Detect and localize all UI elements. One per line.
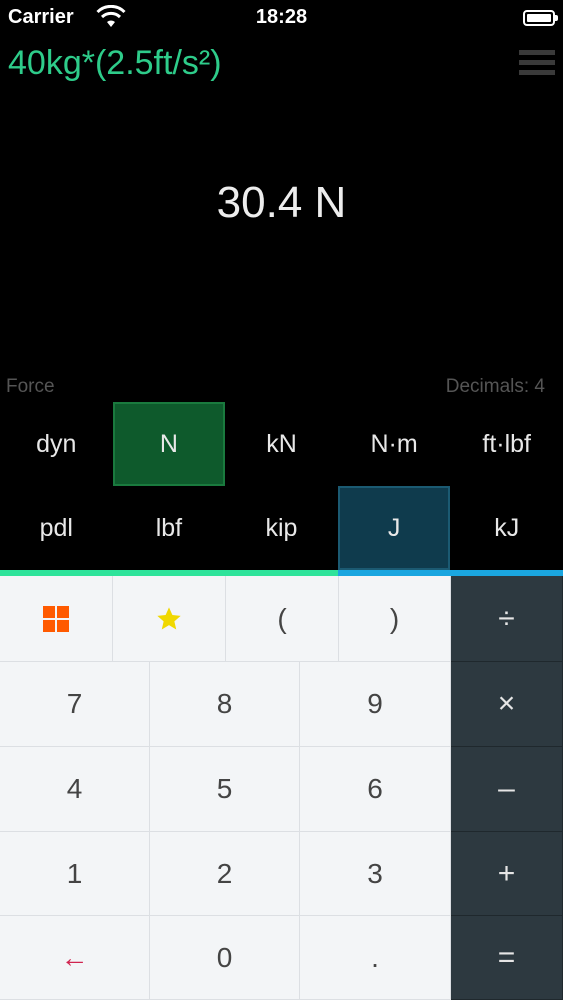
clock: 18:28: [255, 6, 308, 28]
unit-lbf[interactable]: lbf: [113, 486, 226, 570]
digit-3-button[interactable]: 3: [300, 832, 451, 916]
digit-6-button[interactable]: 6: [300, 747, 451, 832]
close-paren-button[interactable]: ): [339, 576, 451, 662]
backspace-button[interactable]: ←: [0, 916, 150, 1000]
digit-2-button[interactable]: 2: [150, 832, 300, 916]
categories-button[interactable]: [0, 576, 113, 662]
result-display: 30.4 N: [216, 178, 347, 227]
hamburger-menu-icon[interactable]: [519, 50, 555, 76]
grid-icon: [43, 605, 69, 632]
unit-pdl[interactable]: pdl: [0, 486, 113, 570]
unit-grid: dyn N kN N·m ft·lbf pdl lbf kip J kJ: [0, 402, 563, 570]
battery-icon: [523, 10, 558, 26]
unit-kj[interactable]: kJ: [450, 486, 563, 570]
expression-display: 40kg*(2.5ft/s²): [8, 44, 222, 82]
subtract-button[interactable]: –: [451, 747, 563, 832]
multiply-button[interactable]: ×: [451, 662, 563, 747]
equals-button[interactable]: =: [451, 916, 563, 1000]
category-label[interactable]: Force: [6, 376, 55, 398]
unit-n[interactable]: N: [112, 402, 226, 486]
digit-7-button[interactable]: 7: [0, 662, 150, 747]
unit-nm[interactable]: N·m: [338, 402, 451, 486]
unit-ft-lbf[interactable]: ft·lbf: [450, 402, 563, 486]
digit-9-button[interactable]: 9: [300, 662, 451, 747]
status-bar: Carrier 18:28: [0, 0, 563, 36]
digit-1-button[interactable]: 1: [0, 832, 150, 916]
decimals-label[interactable]: Decimals: 4: [446, 376, 545, 398]
divide-button[interactable]: ÷: [451, 576, 563, 662]
unit-dyn[interactable]: dyn: [0, 402, 113, 486]
favorites-button[interactable]: [113, 576, 226, 662]
digit-5-button[interactable]: 5: [150, 747, 300, 832]
open-paren-button[interactable]: (: [226, 576, 339, 662]
digit-8-button[interactable]: 8: [150, 662, 300, 747]
digit-0-button[interactable]: 0: [150, 916, 300, 1000]
keypad: ( ) ÷ 7 8 9 × 4 5 6 – 1 2 3 + ← 0 . =: [0, 576, 563, 1000]
decimal-point-button[interactable]: .: [300, 916, 451, 1000]
unit-j[interactable]: J: [337, 486, 451, 570]
add-button[interactable]: +: [451, 832, 563, 916]
star-icon: [157, 606, 181, 629]
unit-kip[interactable]: kip: [225, 486, 338, 570]
unit-kn[interactable]: kN: [225, 402, 338, 486]
digit-4-button[interactable]: 4: [0, 747, 150, 832]
